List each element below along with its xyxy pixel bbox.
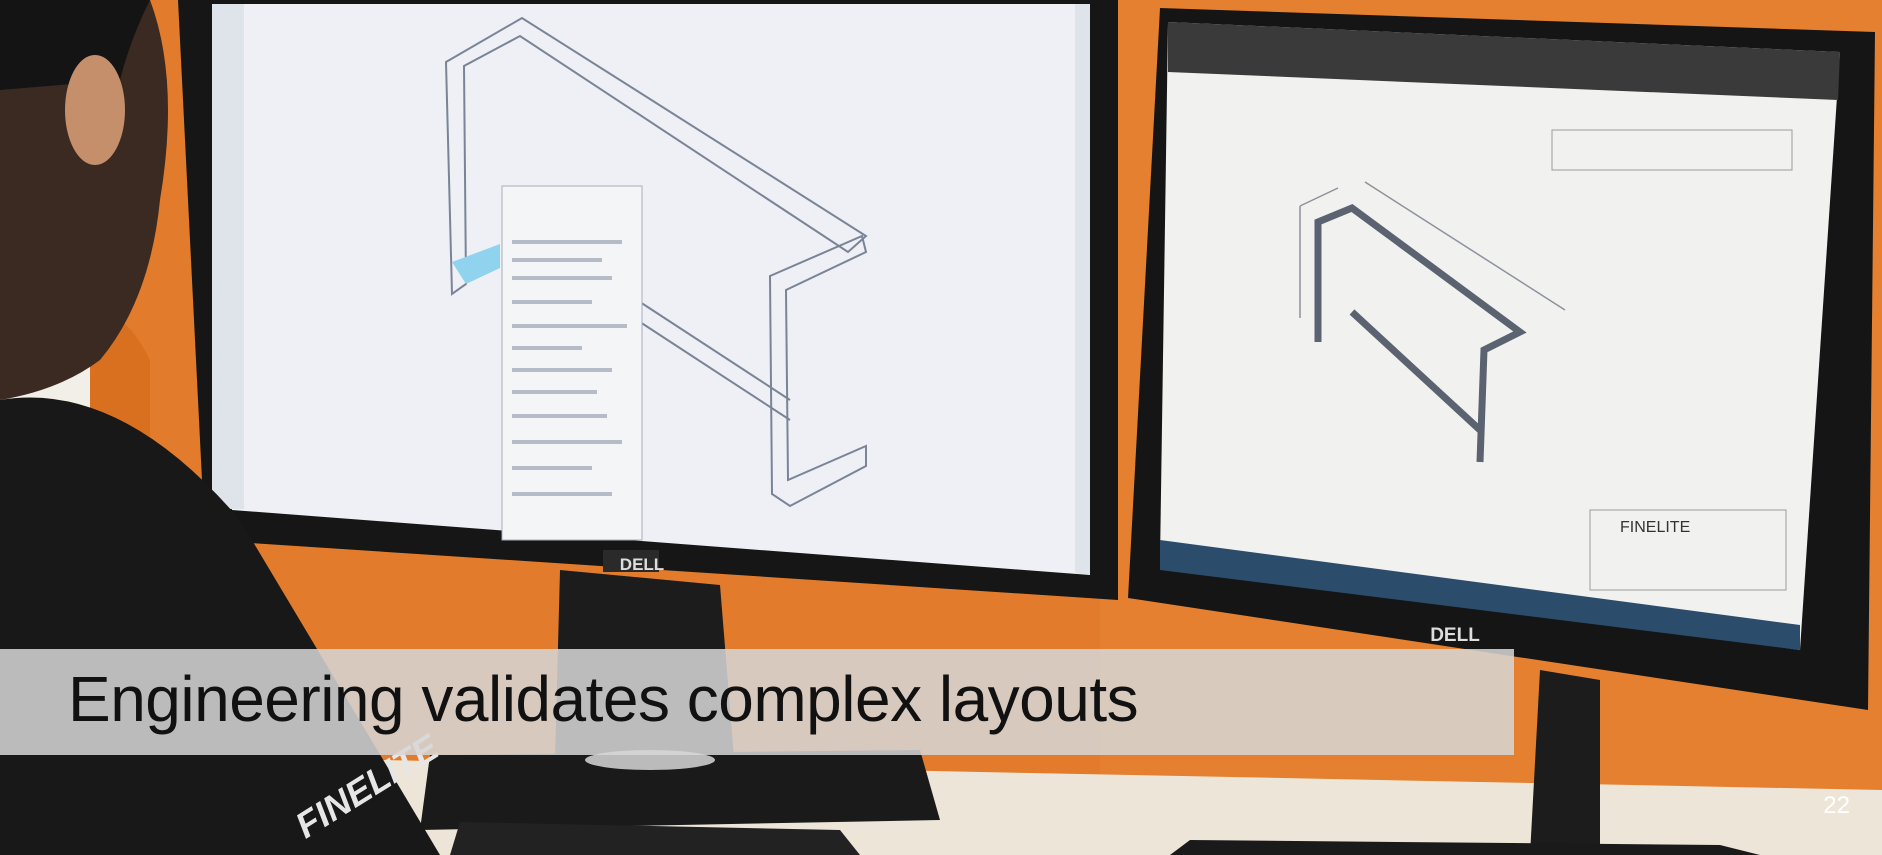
left-screen [212,4,1090,575]
context-menu [501,185,643,541]
right-monitor-logo: DELL [1430,625,1480,646]
right-monitor-stand [1530,670,1600,855]
finelite-title-block: FINELITE [1620,519,1690,536]
page-number: 22 [1823,792,1850,819]
slide-caption: Engineering validates complex layouts [68,663,1139,735]
left-monitor-logo: DELL [620,555,664,574]
